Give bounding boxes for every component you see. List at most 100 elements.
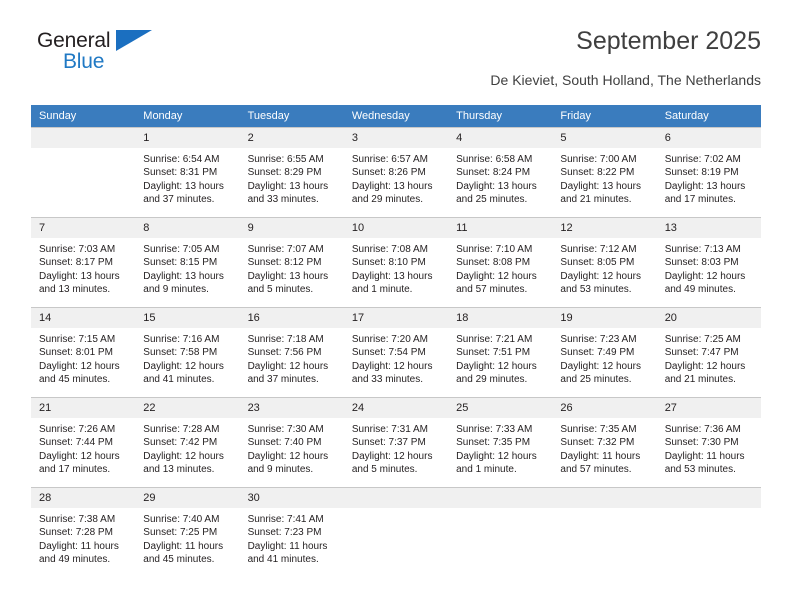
sunset-text: Sunset: 7:40 PM: [247, 437, 322, 449]
daylight-text: Daylight: 12 hours: [247, 450, 329, 462]
sunrise-text: Sunrise: 7:23 AM: [560, 334, 637, 346]
calendar-day-cell[interactable]: 4 Sunrise: 6:58 AM Sunset: 8:24 PM Daylight…: [448, 127, 553, 218]
logo-text-general: General: [37, 29, 111, 52]
day-sun-info: Sunrise: 7:25 AM Sunset: 7:47 PM Daylight:…: [657, 328, 761, 386]
sunset-text: Sunset: 8:22 PM: [560, 167, 635, 179]
day-sun-info: Sunrise: 6:55 AM Sunset: 8:29 PM Daylight:…: [240, 148, 344, 206]
calendar-day-cell[interactable]: 3 Sunrise: 6:57 AM Sunset: 8:26 PM Daylight…: [343, 127, 449, 218]
calendar-day-cell[interactable]: 7 Sunrise: 7:03 AM Sunset: 8:17 PM Daylight…: [31, 217, 136, 308]
sunset-text: Sunset: 7:25 PM: [143, 527, 218, 539]
daylight-text: Daylight: 13 hours: [456, 180, 537, 192]
weekday-header-wednesday: Wednesday: [343, 105, 449, 128]
daylight-text: and 57 minutes.: [456, 283, 528, 295]
sunset-text: Sunset: 7:30 PM: [664, 437, 739, 449]
calendar-day-cell[interactable]: 13 Sunrise: 7:13 AM Sunset: 8:03 PM Dayligh…: [656, 217, 761, 308]
daylight-text: Daylight: 13 hours: [143, 180, 224, 192]
page-header: General Blue September 2025 De Kieviet, …: [31, 27, 761, 100]
sunrise-text: Sunrise: 7:02 AM: [664, 154, 741, 166]
day-sun-info: Sunrise: 7:33 AM Sunset: 7:35 PM Daylight:…: [448, 418, 552, 476]
calendar-day-cell[interactable]: 16 Sunrise: 7:18 AM Sunset: 7:56 PM Dayligh…: [239, 307, 344, 398]
calendar-day-cell[interactable]: 19 Sunrise: 7:23 AM Sunset: 7:49 PM Dayligh…: [552, 307, 657, 398]
calendar-day-cell[interactable]: 6 Sunrise: 7:02 AM Sunset: 8:19 PM Daylight…: [656, 127, 761, 218]
calendar-day-cell[interactable]: 23 Sunrise: 7:30 AM Sunset: 7:40 PM Dayligh…: [239, 397, 344, 488]
daylight-text: Daylight: 12 hours: [39, 450, 120, 462]
day-number: 19: [552, 308, 657, 329]
weekday-header-friday: Friday: [552, 105, 657, 128]
calendar-day-cell[interactable]: 9 Sunrise: 7:07 AM Sunset: 8:12 PM Daylight…: [239, 217, 344, 308]
calendar-day-cell[interactable]: 21 Sunrise: 7:26 AM Sunset: 7:44 PM Dayligh…: [31, 397, 136, 488]
daylight-text: and 49 minutes.: [39, 553, 111, 565]
sunrise-text: Sunrise: 7:26 AM: [39, 424, 116, 436]
day-sun-info: Sunrise: 7:07 AM Sunset: 8:12 PM Daylight:…: [240, 238, 344, 296]
calendar-day-cell[interactable]: 2 Sunrise: 6:55 AM Sunset: 8:29 PM Daylight…: [239, 127, 344, 218]
calendar-week-row: 21 Sunrise: 7:26 AM Sunset: 7:44 PM Dayligh…: [31, 397, 761, 488]
calendar-day-cell[interactable]: 26 Sunrise: 7:35 AM Sunset: 7:32 PM Dayligh…: [552, 397, 657, 488]
sunrise-text: Sunrise: 7:30 AM: [247, 424, 324, 436]
sunset-text: Sunset: 8:26 PM: [351, 167, 426, 179]
calendar-day-cell[interactable]: 12 Sunrise: 7:12 AM Sunset: 8:05 PM Dayligh…: [552, 217, 657, 308]
sunrise-text: Sunrise: 6:55 AM: [247, 154, 324, 166]
calendar-day-cell[interactable]: 17 Sunrise: 7:20 AM Sunset: 7:54 PM Dayligh…: [343, 307, 449, 398]
sunset-text: Sunset: 8:01 PM: [39, 347, 113, 359]
daylight-text: Daylight: 12 hours: [456, 360, 537, 372]
daylight-text: and 9 minutes.: [143, 283, 209, 295]
day-sun-info: Sunrise: 7:05 AM Sunset: 8:15 PM Daylight:…: [135, 238, 239, 296]
calendar-day-cell[interactable]: 30 Sunrise: 7:41 AM Sunset: 7:23 PM Dayligh…: [239, 487, 344, 578]
day-sun-info: Sunrise: 7:16 AM Sunset: 7:58 PM Daylight:…: [135, 328, 239, 386]
day-sun-info: Sunrise: 7:31 AM Sunset: 7:37 PM Daylight:…: [344, 418, 448, 476]
calendar-day-cell[interactable]: 18 Sunrise: 7:21 AM Sunset: 7:51 PM Dayligh…: [448, 307, 553, 398]
sunrise-text: Sunrise: 7:31 AM: [351, 424, 428, 436]
day-number: 15: [135, 308, 240, 329]
calendar-day-cell[interactable]: 8 Sunrise: 7:05 AM Sunset: 8:15 PM Daylight…: [135, 217, 240, 308]
daylight-text: Daylight: 11 hours: [143, 540, 224, 552]
calendar-day-cell[interactable]: 28 Sunrise: 7:38 AM Sunset: 7:28 PM Dayligh…: [31, 487, 136, 578]
sunrise-text: Sunrise: 6:54 AM: [143, 154, 220, 166]
calendar-day-cell[interactable]: 1 Sunrise: 6:54 AM Sunset: 8:31 PM Daylight…: [135, 127, 240, 218]
day-number: 25: [448, 398, 553, 419]
daylight-text: Daylight: 13 hours: [351, 180, 433, 192]
calendar-day-cell[interactable]: 15 Sunrise: 7:16 AM Sunset: 7:58 PM Dayligh…: [135, 307, 240, 398]
calendar-day-cell[interactable]: 11 Sunrise: 7:10 AM Sunset: 8:08 PM Dayligh…: [448, 217, 553, 308]
general-blue-logo[interactable]: General Blue: [31, 28, 191, 84]
weekday-header: Sunday Monday Tuesday Wednesday Thursday Frid…: [31, 105, 761, 128]
sunset-text: Sunset: 7:44 PM: [39, 437, 113, 449]
day-number: 7: [31, 218, 136, 239]
day-number: 11: [448, 218, 553, 239]
calendar-day-cell[interactable]: 29 Sunrise: 7:40 AM Sunset: 7:25 PM Dayligh…: [135, 487, 240, 578]
daylight-text: Daylight: 13 hours: [351, 270, 433, 282]
weekday-header-tuesday: Tuesday: [239, 105, 344, 128]
calendar-day-cell[interactable]: 5 Sunrise: 7:00 AM Sunset: 8:22 PM Daylight…: [552, 127, 657, 218]
daylight-text: Daylight: 12 hours: [351, 450, 433, 462]
sunrise-text: Sunrise: 7:13 AM: [664, 244, 741, 256]
daylight-text: and 45 minutes.: [39, 373, 111, 385]
daylight-text: and 25 minutes.: [560, 373, 632, 385]
sunset-text: Sunset: 8:08 PM: [456, 257, 531, 269]
day-number: 30: [239, 488, 344, 509]
calendar-day-cell[interactable]: 24 Sunrise: 7:31 AM Sunset: 7:37 PM Dayligh…: [343, 397, 449, 488]
calendar-day-cell[interactable]: 20 Sunrise: 7:25 AM Sunset: 7:47 PM Dayligh…: [656, 307, 761, 398]
day-number: 16: [239, 308, 344, 329]
daylight-text: and 1 minute.: [351, 283, 413, 295]
sunset-text: Sunset: 8:29 PM: [247, 167, 322, 179]
sunrise-text: Sunrise: 7:08 AM: [351, 244, 428, 256]
day-number: 26: [552, 398, 657, 419]
sunset-text: Sunset: 7:56 PM: [247, 347, 322, 359]
sunset-text: Sunset: 8:19 PM: [664, 167, 739, 179]
calendar-day-cell[interactable]: 27 Sunrise: 7:36 AM Sunset: 7:30 PM Dayligh…: [656, 397, 761, 488]
daylight-text: Daylight: 12 hours: [247, 360, 329, 372]
day-number: [343, 488, 449, 509]
calendar-day-cell[interactable]: 22 Sunrise: 7:28 AM Sunset: 7:42 PM Dayligh…: [135, 397, 240, 488]
sunset-text: Sunset: 7:58 PM: [143, 347, 218, 359]
day-number: 9: [239, 218, 344, 239]
calendar-day-cell[interactable]: 10 Sunrise: 7:08 AM Sunset: 8:10 PM Dayligh…: [343, 217, 449, 308]
daylight-text: and 37 minutes.: [143, 193, 215, 205]
day-sun-info: Sunrise: 6:57 AM Sunset: 8:26 PM Daylight:…: [344, 148, 448, 206]
calendar-cell-empty: [448, 487, 553, 578]
calendar-day-cell[interactable]: 14 Sunrise: 7:15 AM Sunset: 8:01 PM Dayligh…: [31, 307, 136, 398]
calendar-day-cell[interactable]: 25 Sunrise: 7:33 AM Sunset: 7:35 PM Dayligh…: [448, 397, 553, 488]
weekday-header-thursday: Thursday: [448, 105, 553, 128]
daylight-text: and 5 minutes.: [351, 463, 418, 475]
daylight-text: and 53 minutes.: [664, 463, 736, 475]
daylight-text: and 57 minutes.: [560, 463, 632, 475]
calendar-table: Sunday Monday Tuesday Wednesday Thursday Frid…: [31, 105, 761, 578]
